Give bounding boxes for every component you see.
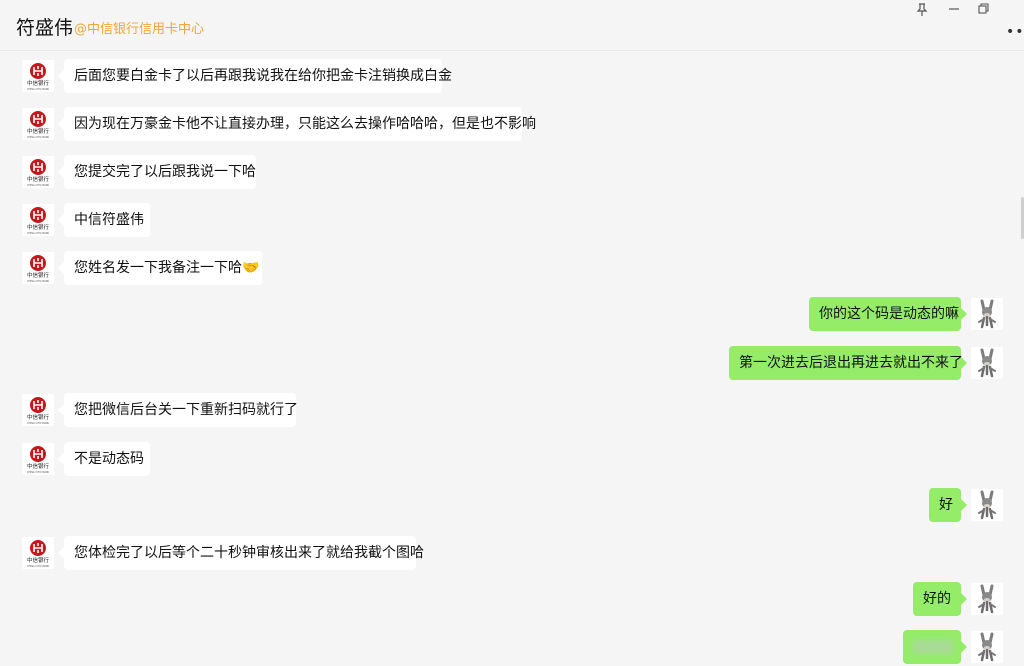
donkey-avatar-icon (971, 583, 1003, 615)
bank-avatar[interactable]: 中信银行 CHINA CITIC BANK (22, 60, 54, 92)
incoming-message: 中信银行 CHINA CITIC BANK 因为现在万豪金卡他不让直接办理，只能这么… (0, 107, 1024, 143)
svg-text:CHINA CITIC BANK: CHINA CITIC BANK (27, 232, 49, 235)
svg-text:中信银行: 中信银行 (27, 223, 50, 231)
svg-text:中信银行: 中信银行 (27, 175, 50, 183)
svg-text:中信银行: 中信银行 (27, 556, 50, 564)
message-bubble[interactable]: 您体检完了以后等个二十秒钟审核出来了就给我截个图哈 (58, 536, 424, 570)
bank-avatar[interactable]: 中信银行 CHINA CITIC BANK (22, 252, 54, 284)
svg-text:CHINA CITIC BANK: CHINA CITIC BANK (27, 184, 49, 187)
svg-text:CHINA CITIC BANK: CHINA CITIC BANK (27, 471, 49, 474)
incoming-message: 中信银行 CHINA CITIC BANK 后面您要白金卡了以后再跟我说我在给你把金… (0, 59, 1024, 95)
incoming-message: 中信银行 CHINA CITIC BANK 您把微信后台关一下重新扫码就行了 (0, 393, 1024, 429)
message-bubble[interactable]: 您提交完了以后跟我说一下哈 (58, 155, 256, 189)
outgoing-message: 好的 (0, 582, 1024, 618)
svg-text:CHINA CITIC BANK: CHINA CITIC BANK (27, 280, 49, 283)
bank-avatar[interactable]: 中信银行 CHINA CITIC BANK (22, 394, 54, 426)
message-bubble[interactable]: 后面您要白金卡了以后再跟我说我在给你把金卡注销换成白金 (58, 59, 452, 93)
donkey-avatar-icon (971, 631, 1003, 663)
message-bubble[interactable]: 不是动态码 (58, 442, 150, 476)
bank-avatar[interactable]: 中信银行 CHINA CITIC BANK (22, 537, 54, 569)
user-avatar[interactable] (971, 347, 1003, 379)
svg-text:中信银行: 中信银行 (27, 79, 50, 87)
outgoing-message: 你的这个码是动态的嘛 (0, 297, 1024, 333)
more-icon[interactable]: ••• (1006, 25, 1024, 39)
message-bubble[interactable]: 您把微信后台关一下重新扫码就行了 (58, 393, 298, 427)
redacted-text (913, 640, 953, 654)
pin-icon[interactable] (911, 3, 933, 19)
bank-avatar[interactable]: 中信银行 CHINA CITIC BANK (22, 443, 54, 475)
incoming-message: 中信银行 CHINA CITIC BANK 不是动态码 (0, 442, 1024, 478)
incoming-message: 中信银行 CHINA CITIC BANK 您体检完了以后等个二十秒钟审核出来了就给… (0, 536, 1024, 572)
user-avatar[interactable] (971, 489, 1003, 521)
outgoing-message: 好 (0, 488, 1024, 524)
chat-subtitle[interactable]: @中信银行信用卡中心 (74, 22, 204, 38)
donkey-avatar-icon (971, 347, 1003, 379)
svg-text:中信银行: 中信银行 (27, 462, 50, 470)
message-bubble[interactable]: 你的这个码是动态的嘛 (809, 297, 967, 331)
user-avatar[interactable] (971, 631, 1003, 663)
bank-avatar[interactable]: 中信银行 CHINA CITIC BANK (22, 204, 54, 236)
message-bubble[interactable]: 因为现在万豪金卡他不让直接办理，只能这么去操作哈哈哈，但是也不影响 (58, 107, 536, 141)
citic-logo-icon: 中信银行CHINA CITIC BANK (22, 537, 54, 569)
citic-logo-icon: 中信银行CHINA CITIC BANK (22, 108, 54, 140)
svg-text:CHINA CITIC BANK: CHINA CITIC BANK (27, 136, 49, 139)
bank-avatar[interactable]: 中信银行 CHINA CITIC BANK (22, 108, 54, 140)
minimize-icon[interactable] (943, 3, 965, 19)
outgoing-message: 第一次进去后退出再进去就出不来了 (0, 346, 1024, 382)
chat-header: 符盛伟 @中信银行信用卡中心 ••• (0, 0, 1024, 51)
svg-text:中信银行: 中信银行 (27, 271, 50, 279)
outgoing-message (0, 630, 1024, 666)
incoming-message: 中信银行 CHINA CITIC BANK 您姓名发一下我备注一下哈🤝 (0, 251, 1024, 287)
message-bubble[interactable]: 第一次进去后退出再进去就出不来了 (729, 346, 967, 380)
donkey-avatar-icon (971, 298, 1003, 330)
citic-logo-icon: 中信银行CHINA CITIC BANK (22, 443, 54, 475)
svg-text:CHINA CITIC BANK: CHINA CITIC BANK (27, 422, 49, 425)
citic-logo-icon: 中信银行CHINA CITIC BANK (22, 156, 54, 188)
user-avatar[interactable] (971, 298, 1003, 330)
citic-logo-icon: 中信银行CHINA CITIC BANK (22, 204, 54, 236)
message-bubble[interactable]: 好的 (913, 582, 967, 616)
svg-text:中信银行: 中信银行 (27, 413, 50, 421)
svg-text:中信银行: 中信银行 (27, 127, 50, 135)
bank-avatar[interactable]: 中信银行 CHINA CITIC BANK (22, 156, 54, 188)
message-bubble[interactable]: 好 (929, 488, 967, 522)
chat-title: 符盛伟 (16, 17, 74, 39)
message-bubble[interactable]: 您姓名发一下我备注一下哈🤝 (58, 251, 262, 285)
message-bubble[interactable]: 中信符盛伟 (58, 203, 150, 237)
citic-logo-icon: 中信银行CHINA CITIC BANK (22, 60, 54, 92)
chat-area[interactable]: 中信银行 CHINA CITIC BANK 后面您要白金卡了以后再跟我说我在给你把金… (0, 51, 1024, 664)
svg-text:CHINA CITIC BANK: CHINA CITIC BANK (27, 565, 49, 568)
user-avatar[interactable] (971, 583, 1003, 615)
citic-logo-icon: 中信银行CHINA CITIC BANK (22, 252, 54, 284)
incoming-message: 中信银行 CHINA CITIC BANK 中信符盛伟 (0, 203, 1024, 239)
citic-logo-icon: 中信银行CHINA CITIC BANK (22, 394, 54, 426)
restore-icon[interactable] (973, 3, 995, 19)
donkey-avatar-icon (971, 489, 1003, 521)
svg-text:CHINA CITIC BANK: CHINA CITIC BANK (27, 88, 49, 91)
incoming-message: 中信银行 CHINA CITIC BANK 您提交完了以后跟我说一下哈 (0, 155, 1024, 191)
